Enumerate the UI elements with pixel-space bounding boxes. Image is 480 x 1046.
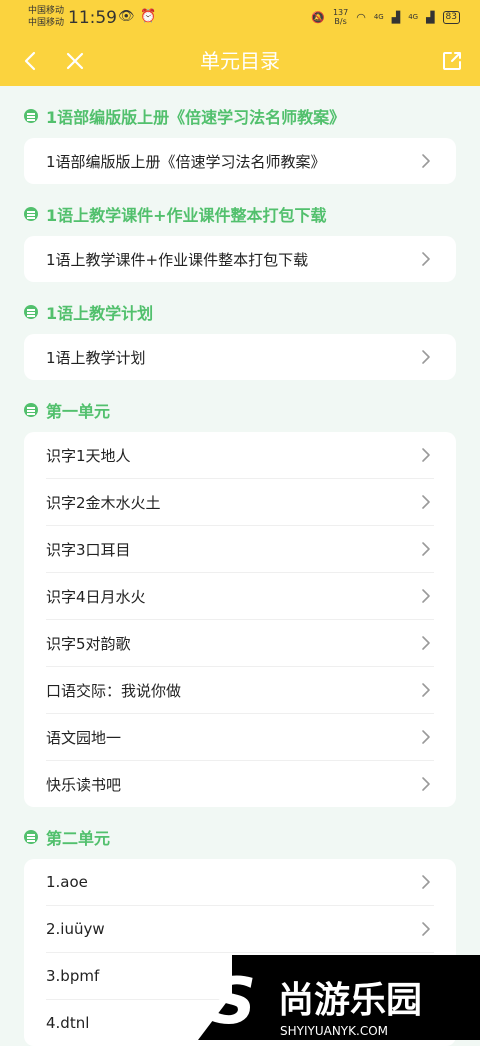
lesson-row[interactable]: 1语上教学计划 [46,334,434,380]
carrier-info: 中国移动 中国移动 [28,5,64,29]
watermark-url: SHYIYUANYK.COM [280,1024,388,1038]
chevron-right-icon [418,541,434,557]
lesson-row[interactable]: 识字3口耳目 [46,526,434,573]
lesson-row[interactable]: 快乐读书吧 [46,761,434,807]
chevron-right-icon [418,494,434,510]
chevron-right-icon [418,874,434,890]
chevron-right-icon [418,349,434,365]
eye-icon: 👁 [118,9,135,24]
chevron-right-icon [418,588,434,604]
watermark-logo: S 尚游乐园 SHYIYUANYK.COM [198,955,480,1040]
lesson-label: 识字5对韵歌 [46,634,131,653]
unit-section: 第一单元识字1天地人识字2金木水火土 识字3口耳目 识字4日月水火 识字5对韵歌口语交… [24,380,456,807]
status-right: 🔕 137 B/s ◠ 4G ▟ 4G ▟ 83 [311,8,460,26]
lesson-label: 口语交际：我说你做 [46,681,182,700]
list-icon [24,109,38,123]
section-header: 1语部编版版上册《倍速学习法名师教案》 [24,86,456,138]
nav-bar: 单元目录 [0,38,480,84]
section-header: 1语上教学计划 [24,282,456,334]
signal-label-2: 4G [408,13,419,21]
lesson-row[interactable]: 识字5对韵歌 [46,620,434,667]
chevron-right-icon [418,635,434,651]
lesson-row[interactable]: 识字1天地人 [46,432,434,479]
section-card: 识字1天地人识字2金木水火土 识字3口耳目 识字4日月水火 识字5对韵歌口语交际：我说… [24,432,456,807]
lesson-label: 3.bpmf [46,967,100,985]
section-card: 1语部编版版上册《倍速学习法名师教案》 [24,138,456,184]
wifi-icon: ◠ [356,10,366,24]
lesson-row[interactable]: 1语上教学课件+作业课件整本打包下载 [46,236,434,282]
status-time: 11:59 [68,8,117,28]
lesson-label: 4.dtnl [46,1014,90,1032]
share-icon [443,52,461,70]
carrier-2: 中国移动 [28,18,65,28]
signal-icon-2: ▟ [426,10,435,24]
lesson-label: 1语上教学计划 [46,348,146,367]
section-header: 第二单元 [24,807,456,859]
lesson-row[interactable]: 2.iuüyw [46,906,434,953]
net-speed-unit: B/s [334,17,347,26]
lesson-label: 识字3口耳目 [46,540,131,559]
section-header: 第一单元 [24,380,456,432]
unit-section: 1语部编版版上册《倍速学习法名师教案》 1语部编版版上册《倍速学习法名师教案》 [24,86,456,184]
section-title: 1语上教学课件+作业课件整本打包下载 [46,206,327,225]
section-header: 1语上教学课件+作业课件整本打包下载 [24,184,456,236]
section-title: 1语部编版版上册《倍速学习法名师教案》 [46,108,346,127]
lesson-row[interactable]: 语文园地一 [46,714,434,761]
page-title: 单元目录 [200,49,280,73]
lesson-label: 语文园地一 [46,728,122,747]
lesson-label: 1语部编版版上册《倍速学习法名师教案》 [46,152,326,171]
chevron-right-icon [418,153,434,169]
lesson-label: 识字4日月水火 [46,587,146,606]
chevron-right-icon [418,682,434,698]
chevron-right-icon [418,729,434,745]
unit-section: 1语上教学课件+作业课件整本打包下载 1语上教学课件+作业课件整本打包下载 [24,184,456,282]
section-title: 1语上教学计划 [46,304,154,323]
signal-icon-1: ▟ [391,10,401,24]
carrier-1: 中国移动 [28,6,65,16]
chevron-right-icon [418,921,434,937]
lesson-label: 2.iuüyw [46,920,105,938]
unit-section: 1语上教学计划 1语上教学计划 [24,282,456,380]
watermark-brand: 尚游乐园 [278,980,422,1021]
share-button[interactable] [432,38,472,84]
section-title: 第一单元 [46,402,111,421]
list-icon [24,207,38,221]
battery-icon: 83 [442,10,460,24]
lesson-label: 识字1天地人 [46,446,131,465]
lesson-row[interactable]: 1语部编版版上册《倍速学习法名师教案》 [46,138,434,184]
chevron-right-icon [418,251,434,267]
app-header: 中国移动 中国移动 11:59 👁 ⏰ 🔕 137 B/s ◠ 4G ▟ 4G … [0,0,480,86]
list-icon [24,305,38,319]
unit-list: 1语部编版版上册《倍速学习法名师教案》 1语部编版版上册《倍速学习法名师教案》 1语… [0,86,480,1046]
mute-icon: 🔕 [311,10,325,24]
lesson-label: 识字2金木水火土 [46,493,161,512]
signal-label-1: 4G [373,13,384,21]
lesson-row[interactable]: 识字4日月水火 [46,573,434,620]
section-title: 第二单元 [46,829,111,848]
svg-text:S: S [210,965,256,1039]
list-icon [24,403,38,417]
lesson-row[interactable]: 1.aoe [46,859,434,906]
status-bar: 中国移动 中国移动 11:59 👁 ⏰ 🔕 137 B/s ◠ 4G ▟ 4G … [0,0,480,38]
chevron-right-icon [418,776,434,792]
lesson-label: 快乐读书吧 [46,775,122,794]
chevron-right-icon [418,447,434,463]
lesson-row[interactable]: 识字2金木水火土 [46,479,434,526]
section-card: 1语上教学课件+作业课件整本打包下载 [24,236,456,282]
list-icon [24,830,38,844]
alarm-icon: ⏰ [140,9,157,24]
lesson-row[interactable]: 口语交际：我说你做 [46,667,434,714]
net-speed-value: 137 [332,8,349,17]
section-card: 1语上教学计划 [24,334,456,380]
lesson-label: 1.aoe [46,873,88,891]
lesson-label: 1语上教学课件+作业课件整本打包下载 [46,250,309,269]
net-speed: 137 B/s [333,8,348,26]
